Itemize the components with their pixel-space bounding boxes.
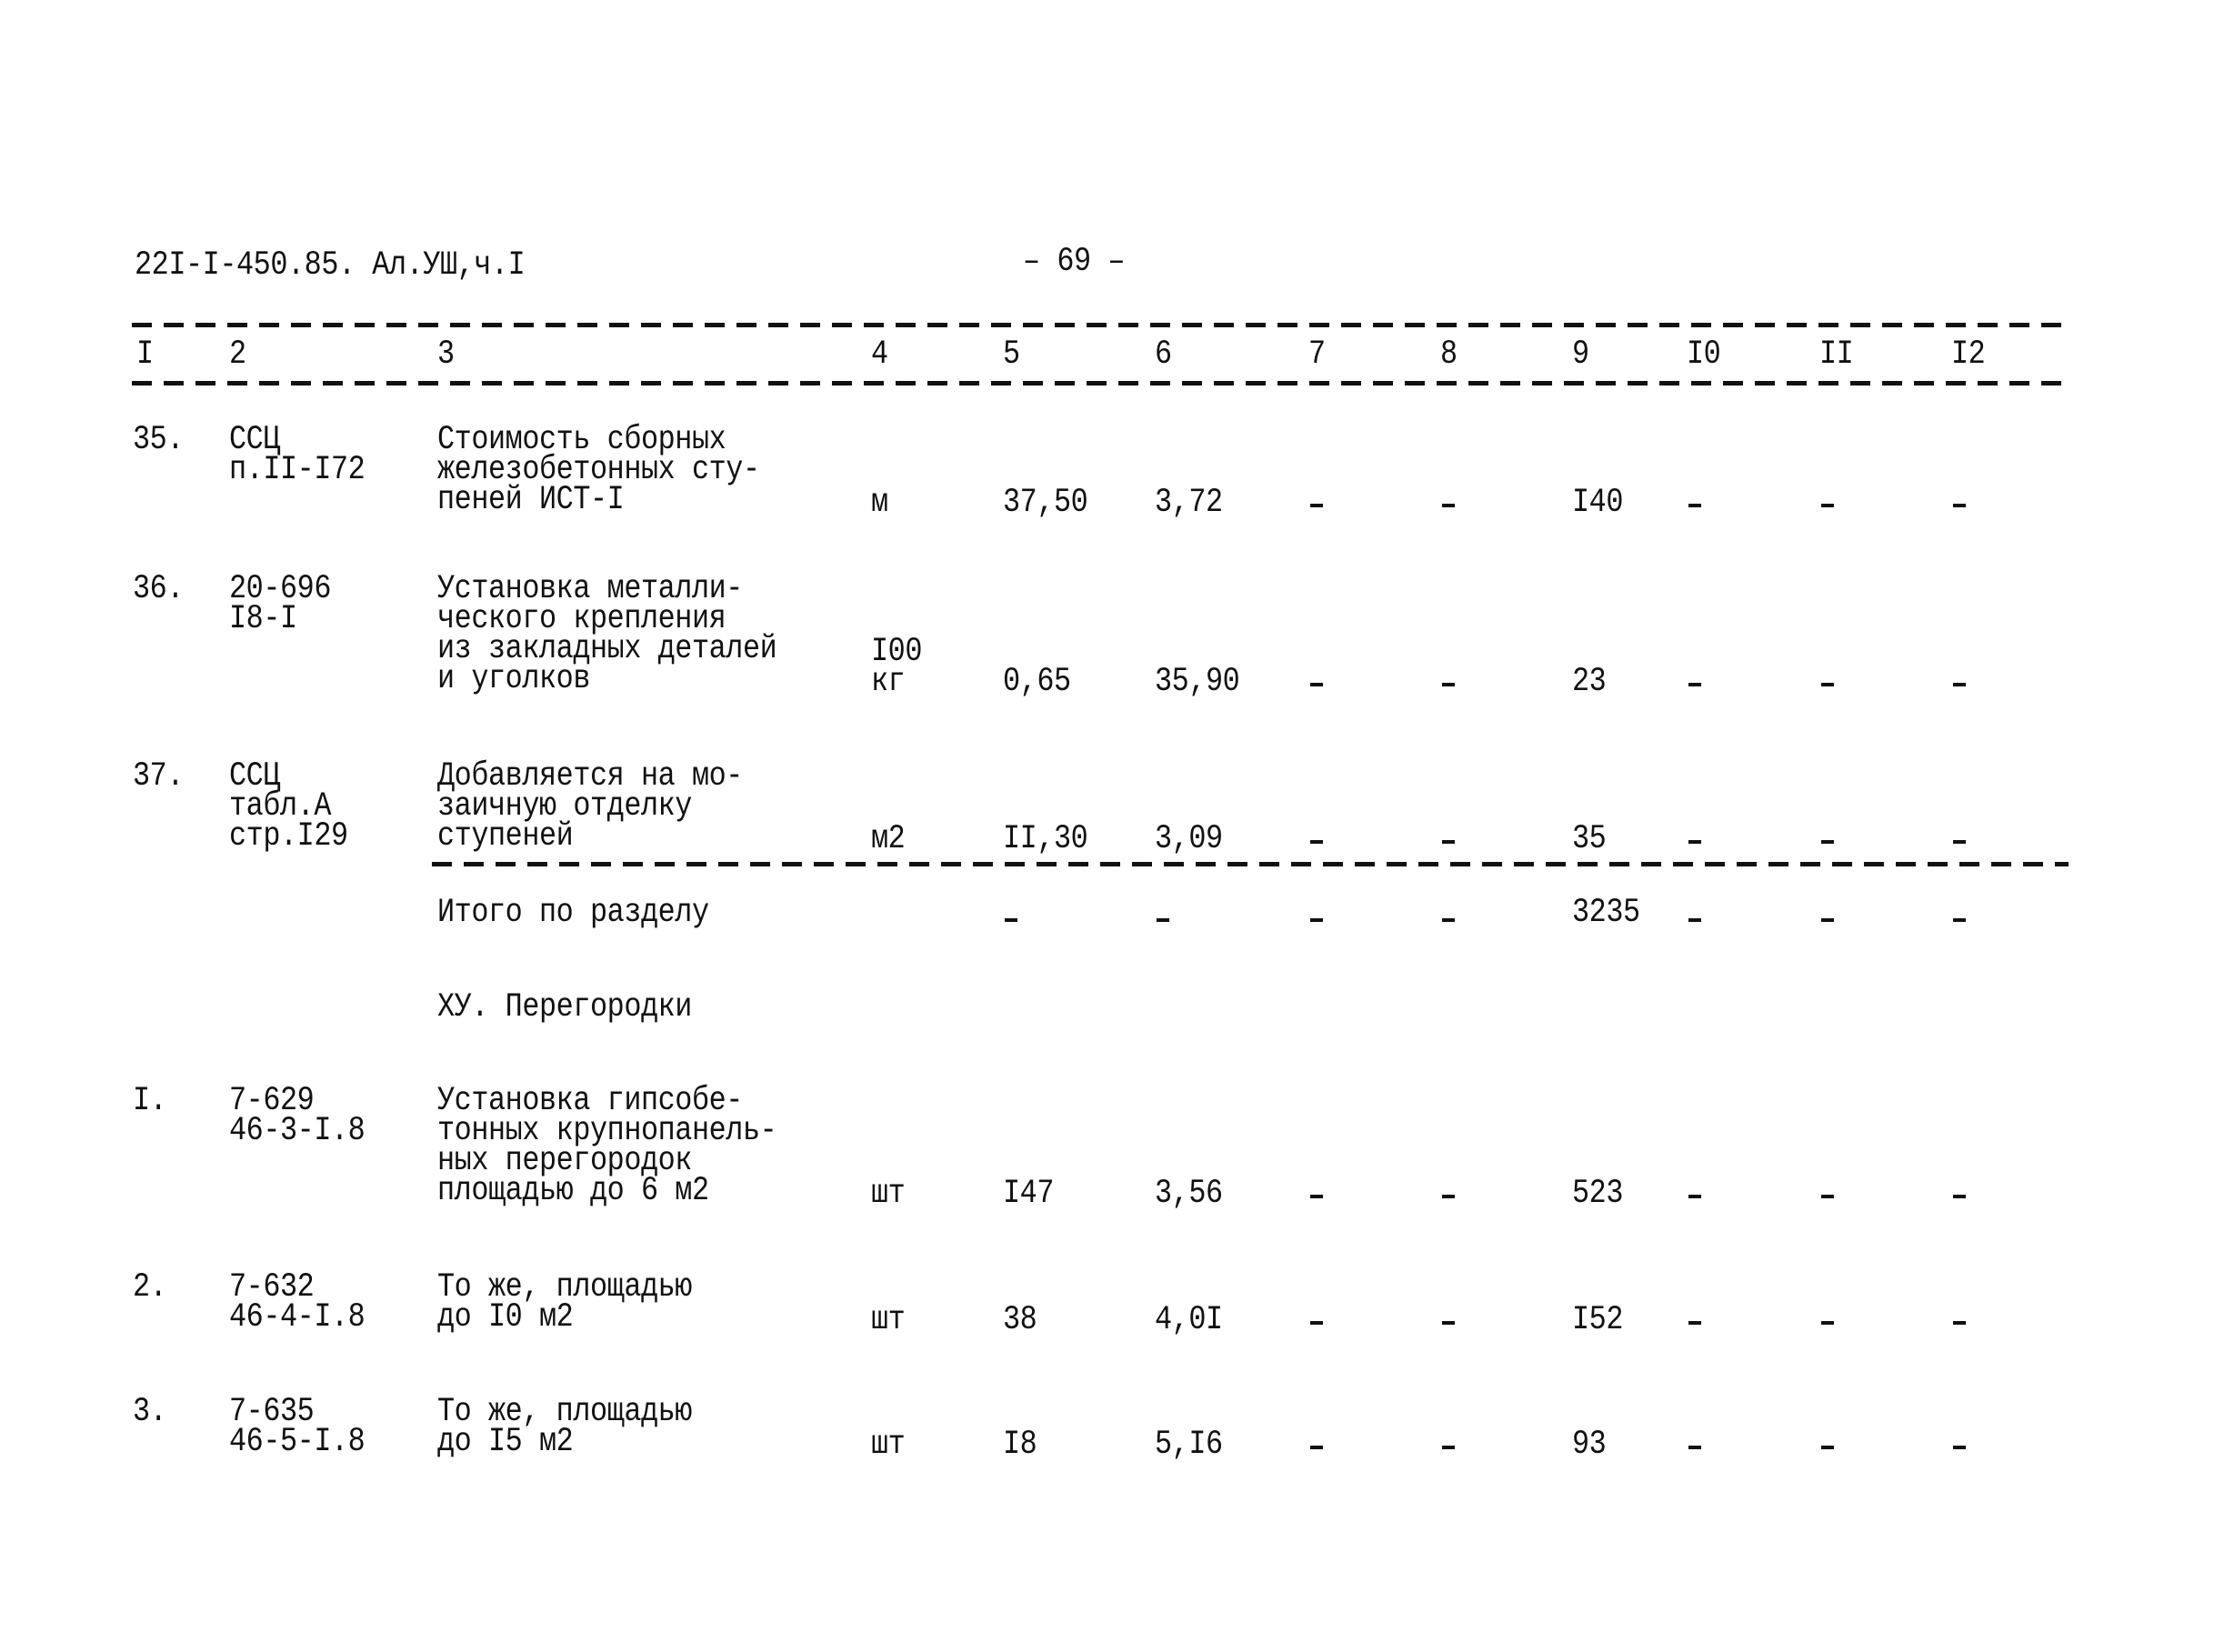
row-value-col6: 3,09 — [1155, 820, 1223, 858]
document-code: 22I-I-450.85. Ал.УШ,ч.I — [135, 246, 526, 285]
empty-cell-dash — [1821, 683, 1834, 686]
row-description-line: площадью до 6 м2 — [437, 1172, 709, 1210]
row-value-col6: 4,0I — [1155, 1301, 1223, 1339]
row-code-line: I8-I — [229, 600, 297, 638]
empty-cell-dash — [1953, 1446, 1966, 1449]
column-header-5: 5 — [1003, 335, 1020, 374]
row-number: 2. — [133, 1268, 167, 1307]
empty-cell-dash — [1310, 683, 1323, 686]
row-unit: м2 — [871, 820, 906, 858]
empty-cell-dash — [1310, 918, 1323, 922]
empty-cell-dash — [1821, 1195, 1834, 1198]
row-code-line: п.II-I72 — [229, 451, 366, 489]
row-value-col9: 93 — [1572, 1426, 1607, 1464]
empty-cell-dash — [1005, 918, 1017, 922]
row-unit: шт — [871, 1301, 906, 1339]
empty-cell-dash — [1310, 504, 1323, 507]
section-title: ХУ. Перегородки — [437, 988, 692, 1026]
subtotal-separator-rule — [432, 862, 2069, 866]
empty-cell-dash — [1688, 918, 1701, 922]
empty-cell-dash — [1821, 840, 1834, 844]
row-unit: шт — [871, 1426, 906, 1464]
empty-cell-dash — [1157, 918, 1169, 922]
header-top-rule — [132, 323, 2069, 327]
empty-cell-dash — [1442, 1195, 1455, 1198]
empty-cell-dash — [1821, 1321, 1834, 1325]
column-header-4: 4 — [871, 335, 888, 374]
empty-cell-dash — [1442, 918, 1455, 922]
empty-cell-dash — [1442, 1446, 1455, 1449]
column-header-9: 9 — [1572, 335, 1589, 374]
row-unit: шт — [871, 1175, 906, 1213]
empty-cell-dash — [1688, 840, 1701, 844]
empty-cell-dash — [1953, 918, 1966, 922]
column-header-8: 8 — [1440, 335, 1458, 374]
row-number: 3. — [133, 1393, 167, 1431]
column-header-2: 2 — [229, 335, 246, 374]
row-value-col6: 35,90 — [1155, 663, 1240, 701]
row-unit: м — [871, 484, 888, 522]
empty-cell-dash — [1442, 840, 1455, 844]
empty-cell-dash — [1688, 1446, 1701, 1449]
empty-cell-dash — [1310, 1195, 1323, 1198]
row-unit: кг — [871, 663, 906, 701]
row-number: 35. — [133, 421, 185, 459]
column-header-6: 6 — [1155, 335, 1172, 374]
empty-cell-dash — [1953, 504, 1966, 507]
row-description-line: ступеней — [437, 817, 574, 856]
row-value-col5: 37,50 — [1003, 484, 1088, 522]
row-value-col5: 0,65 — [1003, 663, 1071, 701]
row-value-col9: 523 — [1572, 1175, 1624, 1213]
row-value-col9: I52 — [1572, 1301, 1624, 1339]
empty-cell-dash — [1953, 840, 1966, 844]
empty-cell-dash — [1821, 1446, 1834, 1449]
empty-cell-dash — [1688, 1321, 1701, 1325]
column-header-10: I0 — [1687, 335, 1721, 374]
row-number: 36. — [133, 570, 185, 608]
subtotal-label: Итого по разделу — [437, 894, 709, 932]
column-header-3: 3 — [437, 335, 455, 374]
empty-cell-dash — [1310, 1446, 1323, 1449]
row-code-line: 46-4-I.8 — [229, 1298, 366, 1337]
empty-cell-dash — [1953, 1195, 1966, 1198]
row-description-line: до I5 м2 — [437, 1423, 574, 1461]
row-value-col9: 23 — [1572, 663, 1607, 701]
column-header-11: II — [1819, 335, 1854, 374]
empty-cell-dash — [1688, 683, 1701, 686]
row-value-col6: 3,56 — [1155, 1175, 1223, 1213]
row-description-line: и уголков — [437, 660, 590, 698]
row-code-line: стр.I29 — [229, 817, 348, 856]
empty-cell-dash — [1688, 1195, 1701, 1198]
row-description-line: до I0 м2 — [437, 1298, 574, 1337]
column-header-7: 7 — [1308, 335, 1326, 374]
empty-cell-dash — [1953, 1321, 1966, 1325]
empty-cell-dash — [1821, 504, 1834, 507]
column-header-12: I2 — [1951, 335, 1986, 374]
subtotal-value: 3235 — [1572, 894, 1640, 932]
row-value-col5: II,30 — [1003, 820, 1088, 858]
empty-cell-dash — [1442, 1321, 1455, 1325]
empty-cell-dash — [1688, 504, 1701, 507]
row-value-col9: 35 — [1572, 820, 1607, 858]
empty-cell-dash — [1310, 840, 1323, 844]
empty-cell-dash — [1953, 683, 1966, 686]
row-code-line: 46-5-I.8 — [229, 1423, 366, 1461]
row-number: I. — [133, 1082, 167, 1120]
row-description-line: пеней ИСТ-I — [437, 481, 625, 519]
header-bottom-rule — [132, 381, 2069, 385]
column-header-1: I — [136, 335, 154, 374]
row-value-col9: I40 — [1572, 484, 1624, 522]
row-value-col6: 5,I6 — [1155, 1426, 1223, 1464]
row-number: 37. — [133, 757, 185, 796]
row-value-col5: 38 — [1003, 1301, 1037, 1339]
empty-cell-dash — [1442, 504, 1455, 507]
empty-cell-dash — [1821, 918, 1834, 922]
row-value-col5: I47 — [1003, 1175, 1055, 1213]
empty-cell-dash — [1310, 1321, 1323, 1325]
row-code-line: 46-3-I.8 — [229, 1112, 366, 1150]
row-value-col6: 3,72 — [1155, 484, 1223, 522]
page-number: – 69 – — [1023, 243, 1126, 281]
row-value-col5: I8 — [1003, 1426, 1037, 1464]
empty-cell-dash — [1442, 683, 1455, 686]
